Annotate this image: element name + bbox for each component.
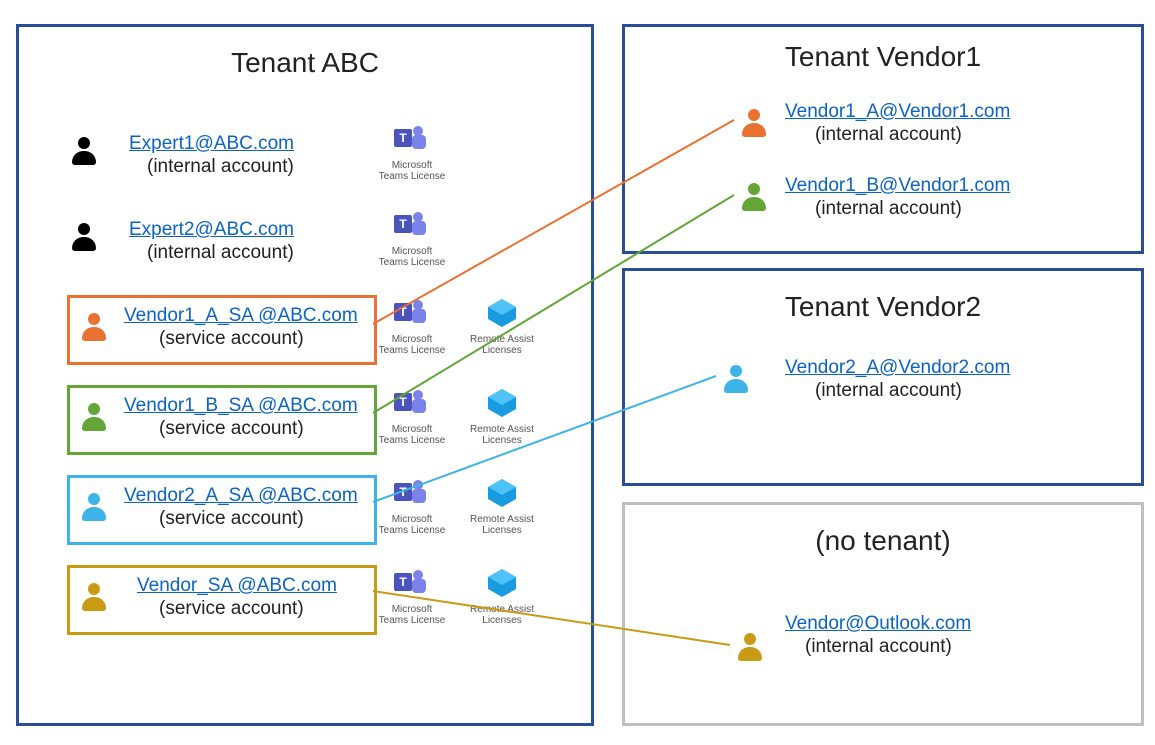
- user-link-vendor1-b-sa[interactable]: Vendor1_B_SA @ABC.com: [124, 395, 358, 417]
- remote-assist-license-icon: Remote Assist Licenses: [467, 477, 537, 536]
- user-link-vendor2-a-sa[interactable]: Vendor2_A_SA @ABC.com: [124, 485, 358, 507]
- svg-text:T: T: [399, 305, 407, 319]
- person-icon: [69, 223, 99, 253]
- person-icon: [69, 137, 99, 167]
- person-icon: [721, 365, 751, 395]
- user-link-vendor2-a[interactable]: Vendor2_A@Vendor2.com: [785, 357, 1010, 379]
- no-tenant-title: (no tenant): [625, 525, 1141, 557]
- user-sub-vendor1-b-sa: (service account): [159, 418, 304, 440]
- user-sub-vendor-outlook: (internal account): [805, 636, 952, 658]
- user-sub-vendor1-b: (internal account): [815, 198, 962, 220]
- remote-assist-license-icon: Remote Assist Licenses: [467, 297, 537, 356]
- tenant-vendor1-title: Tenant Vendor1: [625, 41, 1141, 73]
- teams-license-icon: T Microsoft Teams License: [377, 297, 447, 356]
- svg-text:T: T: [399, 485, 407, 499]
- person-icon: [79, 403, 109, 433]
- svg-text:T: T: [399, 395, 407, 409]
- person-icon: [739, 183, 769, 213]
- person-icon: [79, 583, 109, 613]
- remote-assist-license-icon: Remote Assist Licenses: [467, 387, 537, 446]
- svg-text:T: T: [399, 575, 407, 589]
- diagram-canvas: Tenant ABC Expert1@ABC.com (internal acc…: [0, 0, 1155, 745]
- user-sub-vendor-sa: (service account): [159, 598, 304, 620]
- tenant-vendor2-box: Tenant Vendor2 Vendor2_A@Vendor2.com (in…: [622, 268, 1144, 486]
- user-sub-expert1: (internal account): [147, 156, 294, 178]
- remote-assist-license-icon: Remote Assist Licenses: [467, 567, 537, 626]
- teams-license-icon: T Microsoft Teams License: [377, 387, 447, 446]
- person-icon: [79, 493, 109, 523]
- person-icon: [735, 633, 765, 663]
- tenant-abc-box: Tenant ABC Expert1@ABC.com (internal acc…: [16, 24, 594, 726]
- user-sub-vendor2-a: (internal account): [815, 380, 962, 402]
- teams-license-icon: T Microsoft Teams License: [377, 567, 447, 626]
- teams-license-icon: T Microsoft Teams License: [377, 209, 447, 268]
- user-link-vendor-outlook[interactable]: Vendor@Outlook.com: [785, 613, 971, 635]
- user-link-vendor-sa[interactable]: Vendor_SA @ABC.com: [137, 575, 337, 597]
- user-sub-vendor2-a-sa: (service account): [159, 508, 304, 530]
- user-link-vendor1-b[interactable]: Vendor1_B@Vendor1.com: [785, 175, 1010, 197]
- teams-license-icon: T Microsoft Teams License: [377, 123, 447, 182]
- svg-text:T: T: [399, 217, 407, 231]
- user-link-expert2[interactable]: Expert2@ABC.com: [129, 219, 294, 241]
- user-sub-vendor1-a-sa: (service account): [159, 328, 304, 350]
- user-sub-expert2: (internal account): [147, 242, 294, 264]
- svg-text:T: T: [399, 131, 407, 145]
- user-sub-vendor1-a: (internal account): [815, 124, 962, 146]
- person-icon: [79, 313, 109, 343]
- tenant-vendor1-box: Tenant Vendor1 Vendor1_A@Vendor1.com (in…: [622, 24, 1144, 254]
- no-tenant-box: (no tenant) Vendor@Outlook.com (internal…: [622, 502, 1144, 726]
- person-icon: [739, 109, 769, 139]
- user-link-expert1[interactable]: Expert1@ABC.com: [129, 133, 294, 155]
- teams-license-icon: T Microsoft Teams License: [377, 477, 447, 536]
- user-link-vendor1-a-sa[interactable]: Vendor1_A_SA @ABC.com: [124, 305, 358, 327]
- user-link-vendor1-a[interactable]: Vendor1_A@Vendor1.com: [785, 101, 1010, 123]
- tenant-vendor2-title: Tenant Vendor2: [625, 291, 1141, 323]
- tenant-abc-title: Tenant ABC: [19, 47, 591, 79]
